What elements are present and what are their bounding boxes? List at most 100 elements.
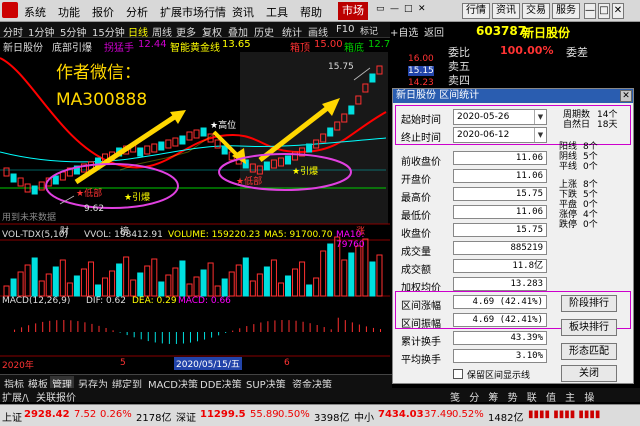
window-max-icon[interactable]: □ — [598, 3, 610, 19]
tool-overlay[interactable]: 叠加 — [228, 24, 248, 39]
price-scale-mid: 14.23 — [408, 78, 434, 88]
chart-area[interactable]: 作者微信： MA300888 ★高位 ★低部 ★引爆 ★低部 ★引爆 15.75… — [0, 52, 390, 372]
sz-index-pct: 0.50% — [278, 409, 310, 420]
sector-ranking-button[interactable]: 板块排行 — [561, 319, 617, 336]
menu-item-analysis[interactable]: 分析 — [126, 4, 148, 20]
quote-panel: +自选 返回 603787 新日股份 委比 100.00% 委差 卖五 卖四 1… — [390, 22, 640, 92]
dialog-close-icon[interactable]: ✕ — [620, 90, 632, 102]
header-button-service[interactable]: 服务 — [552, 3, 580, 19]
shortcut-value[interactable]: 值 — [546, 393, 559, 404]
annotation-bottom-2: ★低部 — [236, 177, 263, 187]
tab-period-intraday[interactable]: 分时 — [3, 24, 23, 39]
tool-mark[interactable]: 标记 — [360, 24, 378, 37]
cursor-date: 2020/05/15/五 — [174, 357, 242, 370]
volume-bar — [116, 263, 123, 297]
menu-item-system[interactable]: 系统 — [24, 4, 46, 20]
sh-index-pct: 0.26% — [100, 409, 132, 420]
maximize-icon[interactable]: □ — [404, 4, 413, 14]
shortcut-operate[interactable]: 操 — [584, 393, 597, 404]
tool-add-favorite[interactable]: +自选 — [390, 24, 418, 39]
header-button-quote[interactable]: 行情 — [462, 3, 490, 19]
stock-code: 603787 — [476, 24, 527, 38]
menu-item-function[interactable]: 功能 — [58, 4, 80, 20]
shortcut-chips[interactable]: 筹 — [488, 393, 501, 404]
minimize-app-icon[interactable]: ▭ — [376, 4, 385, 14]
tab-related-quotes[interactable]: 关联报价 — [36, 389, 76, 404]
stat-label: 最高价 — [401, 193, 431, 204]
shortcut-split[interactable]: 分 — [469, 393, 482, 404]
sz-index-label: 深证 — [176, 413, 196, 424]
menu-item-quote[interactable]: 报价 — [92, 4, 114, 20]
low-price-label: 9.62 — [84, 204, 105, 214]
stat-label: 最低价 — [401, 211, 431, 222]
stat-small-value: 0个 — [583, 220, 598, 230]
app-logo-icon — [2, 2, 18, 18]
tab-period-more[interactable]: 更多 — [176, 24, 196, 39]
tab-period-1min[interactable]: 1分钟 — [28, 24, 54, 39]
candle — [179, 135, 186, 145]
menu-item-tools[interactable]: 工具 — [266, 4, 288, 20]
shortcut-trend[interactable]: 势 — [508, 393, 521, 404]
end-time-dropdown-icon[interactable]: ▼ — [534, 128, 546, 142]
tab-period-week[interactable]: 周线 — [152, 24, 172, 39]
candle — [137, 147, 144, 157]
stage-ranking-button[interactable]: 阶段排行 — [561, 295, 617, 312]
menu-item-info[interactable]: 资讯 — [232, 4, 254, 20]
menu-bar: 系统 功能 报价 分析 扩展市场行情 资讯 工具 帮助 市场 ▭ — □ ✕ 行… — [0, 0, 640, 22]
tab-period-5min[interactable]: 5分钟 — [60, 24, 86, 39]
tool-history[interactable]: 历史 — [254, 24, 274, 39]
index-status-bar: 上证 2928.42 7.52 0.26% 2178亿 深证 11299.5 5… — [0, 404, 640, 426]
candle — [327, 127, 334, 137]
candle — [263, 161, 270, 171]
tab-period-day[interactable]: 日线 — [128, 24, 148, 39]
volume-bar — [263, 266, 270, 297]
close-app-icon[interactable]: ✕ — [418, 4, 426, 14]
vol-volume: VOLUME: 159220.23 — [168, 230, 261, 240]
stat-value: 3.10% — [453, 349, 547, 363]
minimize-icon[interactable]: — — [390, 4, 399, 14]
dialog-close-button[interactable]: 关闭 — [561, 365, 617, 382]
volume-bar — [306, 284, 313, 297]
macd-dif: DIF: 0.62 — [86, 296, 126, 306]
stat-value: 11.06 — [453, 169, 547, 183]
shortcut-notes[interactable]: 笺 — [450, 393, 463, 404]
menu-item-help[interactable]: 帮助 — [300, 4, 322, 20]
right-shortcut-icons[interactable]: 笺 分 筹 势 联 值 主 操 — [450, 389, 597, 404]
tool-adjust[interactable]: 复权 — [202, 24, 222, 39]
start-time-dropdown-icon[interactable]: ▼ — [534, 110, 546, 124]
market-button[interactable]: 市场 — [338, 2, 368, 20]
tool-back[interactable]: 返回 — [424, 24, 444, 39]
window-close-icon[interactable]: ✕ — [612, 3, 624, 19]
end-time-input[interactable]: 2020-06-12 ▼ — [453, 127, 547, 143]
smb-index-label: 中小 — [354, 413, 374, 424]
box-bottom-value: 12.7 — [368, 39, 391, 50]
macd-label: MACD(12,26,9) — [2, 296, 71, 306]
natural-days-label: 自然日 — [563, 120, 591, 130]
tool-draw[interactable]: 画线 — [308, 24, 328, 39]
stat-small-label: 平线 — [559, 162, 578, 172]
annotation-bottom-1: ★低部 — [76, 189, 103, 199]
tab-period-15min[interactable]: 15分钟 — [92, 24, 125, 39]
pattern-match-button[interactable]: 形态匹配 — [561, 343, 617, 360]
sell4-label: 卖四 — [448, 74, 470, 87]
header-button-info[interactable]: 资讯 — [492, 3, 520, 19]
volume-bar — [369, 261, 376, 297]
date-tick-6: 6 — [284, 358, 290, 368]
tool-f10[interactable]: F10 — [336, 24, 354, 35]
tab-extended[interactable]: 扩展/\ — [2, 389, 29, 404]
header-button-trade[interactable]: 交易 — [522, 3, 550, 19]
shortcut-main[interactable]: 主 — [565, 393, 578, 404]
stat-small-label: 跌停 — [559, 220, 578, 230]
sh-index-label: 上证 — [2, 413, 22, 424]
menu-item-ext-market[interactable]: 扩展市场行情 — [160, 4, 226, 20]
volume-bar — [327, 243, 334, 297]
tool-statistics[interactable]: 统计 — [282, 24, 302, 39]
stat-label: 累计换手 — [401, 337, 441, 348]
candle — [200, 127, 207, 137]
window-min-icon[interactable]: — — [584, 3, 596, 19]
shortcut-link[interactable]: 联 — [527, 393, 540, 404]
keep-range-checkbox[interactable] — [453, 369, 463, 379]
author-label: 作者微信： — [56, 63, 141, 83]
macd-header: MACD(12,26,9) DIF: 0.62 DEA: 0.29 MACD: … — [0, 296, 390, 308]
start-time-input[interactable]: 2020-05-26 ▼ — [453, 109, 547, 125]
